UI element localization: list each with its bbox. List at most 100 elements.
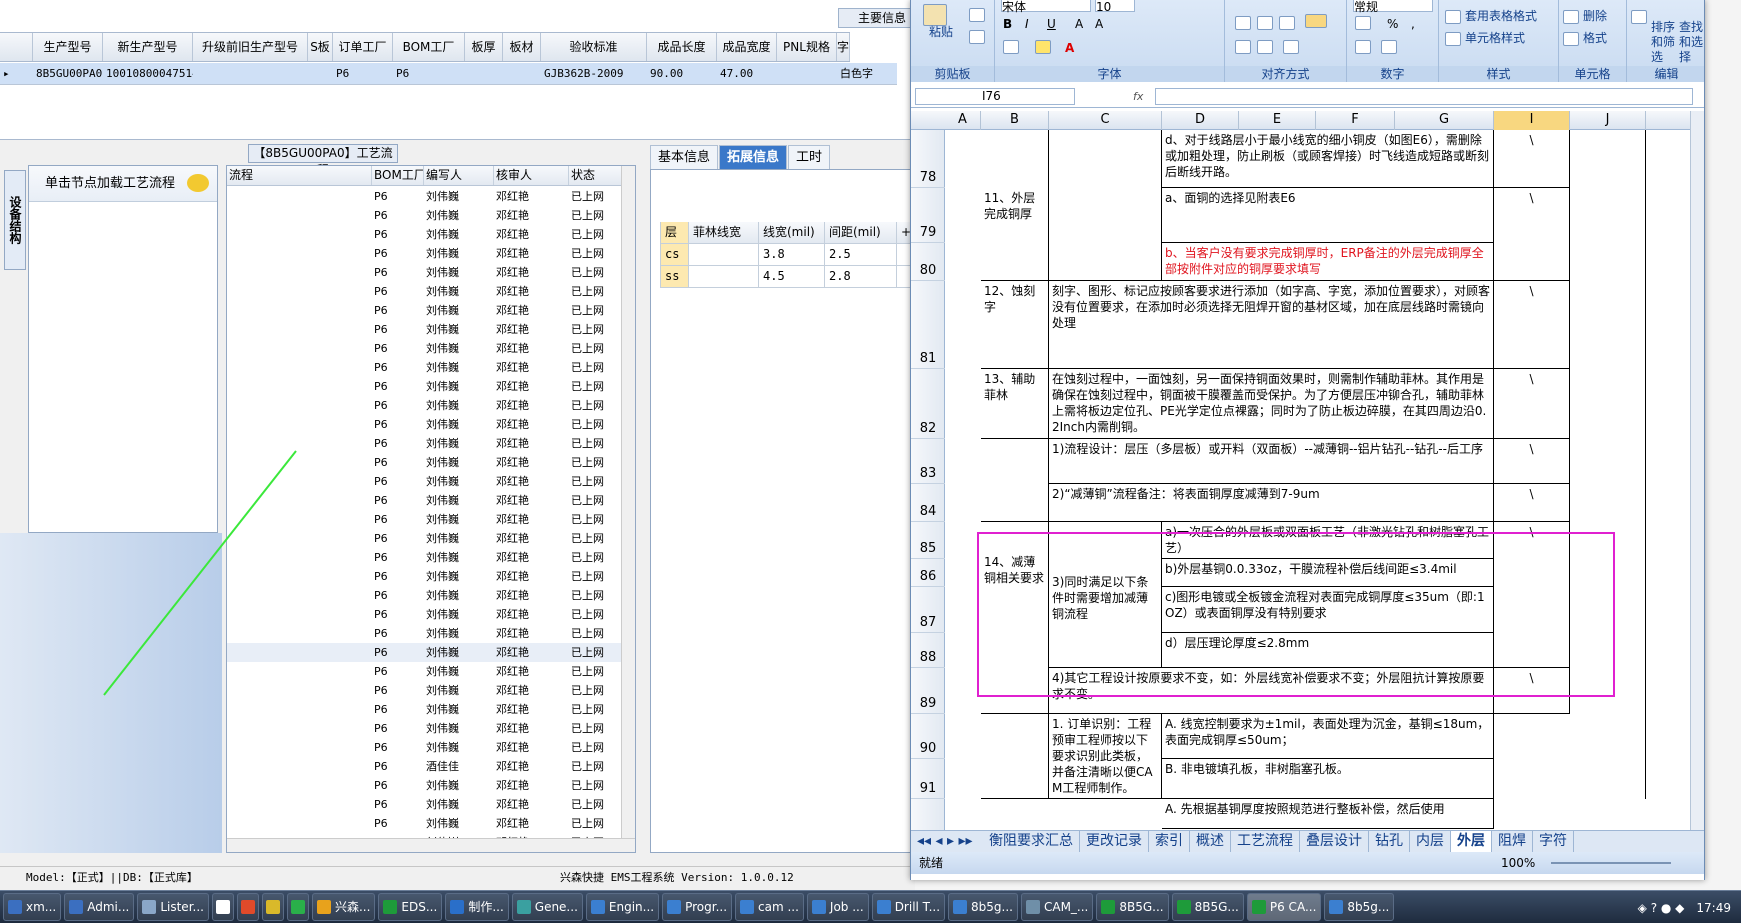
- sheet-tab[interactable]: 叠层设计: [1300, 831, 1369, 852]
- clock[interactable]: 17:49: [1696, 901, 1731, 915]
- column-header-j[interactable]: J: [1570, 111, 1646, 130]
- sheet-cell[interactable]: [945, 587, 981, 633]
- grid-col-header[interactable]: 生产型号: [33, 33, 103, 61]
- grid-col-header[interactable]: 板材: [503, 33, 541, 61]
- grid-col-header[interactable]: 订单工厂: [333, 33, 393, 61]
- fx-icon[interactable]: fx: [1133, 90, 1143, 103]
- sheet-cell[interactable]: [945, 714, 981, 759]
- italic-button[interactable]: I: [1025, 16, 1029, 32]
- row-header[interactable]: 90: [911, 714, 945, 759]
- copy-icon[interactable]: [969, 30, 985, 44]
- underline-button[interactable]: U: [1047, 16, 1056, 32]
- tab-basic-info[interactable]: 基本信息: [650, 145, 719, 169]
- tree-row[interactable]: 内层AOIP6刘伟巍邓红艳已上网: [227, 244, 627, 263]
- format-button[interactable]: 格式: [1583, 30, 1607, 46]
- layer-table-cell[interactable]: 4.5: [759, 266, 825, 288]
- tree-row[interactable]: 压合P6刘伟巍邓红艳已上网: [227, 358, 627, 377]
- chat-bubble-icon[interactable]: [187, 174, 209, 192]
- tree-row[interactable]: 排板P6刘伟巍邓红艳已上网: [227, 339, 627, 358]
- table-style-button[interactable]: 套用表格格式: [1465, 8, 1537, 24]
- taskbar-button[interactable]: [211, 893, 234, 921]
- tree-vertical-scrollbar[interactable]: [621, 166, 635, 840]
- grid-cell[interactable]: 8B5GU00PA0: [33, 63, 103, 84]
- grid-cell[interactable]: GJB362B-2009: [541, 63, 647, 84]
- sheet-tab[interactable]: 工艺流程: [1231, 831, 1300, 852]
- indent-increase-icon[interactable]: [1257, 40, 1273, 54]
- sheet-cell[interactable]: \: [1494, 484, 1570, 522]
- row-header[interactable]: 82: [911, 369, 945, 439]
- sort-filter-button[interactable]: 排序和筛选: [1651, 20, 1677, 65]
- sheet-cell[interactable]: b、当客户没有要求完成铜厚时，ERP备注的外层完成铜厚全部按附件对应的铜厚要求填…: [1162, 243, 1494, 281]
- layer-table-header[interactable]: 菲林线宽: [689, 222, 759, 244]
- sheet-cell[interactable]: \: [1494, 369, 1570, 439]
- taskbar-button[interactable]: Drill T...: [871, 893, 946, 921]
- sheet-tab[interactable]: 钻孔: [1369, 831, 1410, 852]
- layer-table-cell[interactable]: [689, 266, 759, 288]
- grid-cell[interactable]: 白色字: [837, 63, 897, 84]
- percent-button[interactable]: %: [1387, 16, 1398, 32]
- sheet-tab[interactable]: 阻焊: [1492, 831, 1533, 852]
- sheet-cell[interactable]: \: [1494, 130, 1570, 188]
- sheet-cell[interactable]: 1. 订单识别：工程预审工程师按以下要求识别此类板，并备注清晰以便CAM工程师制…: [1049, 714, 1162, 799]
- sheet-cell[interactable]: d、对于线路层小于最小线宽的细小铜皮（如图E6），需删除或加粗处理，防止刷板（或…: [1162, 130, 1494, 188]
- grid-col-header[interactable]: PNL规格: [777, 33, 837, 61]
- grid-col-header[interactable]: 升级前旧生产型号: [193, 33, 308, 61]
- layer-table-header[interactable]: 线宽(mil): [759, 222, 825, 244]
- taskbar-button[interactable]: 8B5G...: [1096, 893, 1169, 921]
- tab-main-info[interactable]: 主要信息: [838, 8, 915, 28]
- tree-col-reviewer[interactable]: 核审人: [494, 166, 569, 185]
- tree-row[interactable]: −层压P6刘伟巍邓红艳已上网: [227, 301, 627, 320]
- layer-table-cell[interactable]: 2.8: [825, 266, 897, 288]
- taskbar-button[interactable]: Engin...: [585, 893, 660, 921]
- sheet-cell[interactable]: [945, 369, 981, 439]
- border-icon[interactable]: [1003, 40, 1019, 54]
- taskbar-button[interactable]: Admi...: [64, 893, 135, 921]
- increase-decimal-icon[interactable]: [1355, 40, 1371, 54]
- currency-icon[interactable]: [1355, 16, 1371, 30]
- shrink-font-button[interactable]: A: [1095, 16, 1103, 32]
- taskbar-button[interactable]: EDS...: [378, 893, 443, 921]
- grid-col-header[interactable]: S板: [308, 33, 333, 61]
- column-header-b[interactable]: B: [981, 111, 1049, 130]
- orientation-icon[interactable]: [1283, 40, 1299, 54]
- paste-button[interactable]: 粘贴: [929, 24, 953, 40]
- tree-row[interactable]: 预排P6刘伟巍邓红艳已上网: [227, 320, 627, 339]
- font-color-button[interactable]: A: [1065, 40, 1074, 56]
- sheet-cell[interactable]: \: [1494, 281, 1570, 369]
- taskbar-button[interactable]: Progr...: [662, 893, 733, 921]
- tree-row[interactable]: 贴膜P6刘伟巍邓红艳已上网: [227, 624, 627, 643]
- sheet-cell[interactable]: [945, 484, 981, 522]
- sheet-cell[interactable]: 12、蚀刻字: [981, 281, 1049, 369]
- merge-center-icon[interactable]: [1305, 14, 1327, 28]
- row-header[interactable]: 78: [911, 130, 945, 188]
- grid-col-header[interactable]: 成品长度: [647, 33, 717, 61]
- layer-table-header[interactable]: 层: [661, 222, 689, 244]
- sheet-tab[interactable]: 外层: [1450, 831, 1492, 852]
- sheet-cell[interactable]: A. 先根据基铜厚度按照规范进行整板补偿，然后使用: [1162, 799, 1494, 829]
- product-grid-row[interactable]: ▸ 8B5GU00PA0 10010800047514 P6 P6 GJB362B-200…: [0, 63, 897, 85]
- tree-row[interactable]: −AOI1P6刘伟巍邓红艳已上网: [227, 795, 627, 814]
- layer-table-cell[interactable]: 2.5: [825, 244, 897, 266]
- taskbar-button[interactable]: 8b5g...: [1324, 893, 1395, 921]
- row-header[interactable]: 87: [911, 587, 945, 633]
- sheet-cell[interactable]: 11、外层完成铜厚: [981, 188, 1049, 281]
- grid-cell[interactable]: [777, 63, 837, 84]
- sheet-cell[interactable]: 在蚀刻过程中，一面蚀刻，另一面保持铜面效果时，则需制作辅助菲林。其作用是确保在蚀…: [1049, 369, 1494, 439]
- layer-table-cell[interactable]: [689, 244, 759, 266]
- tab-work-hours[interactable]: 工时: [788, 145, 831, 169]
- grid-col-header[interactable]: 验收标准: [541, 33, 647, 61]
- align-left-icon[interactable]: [1235, 16, 1251, 30]
- sum-icon[interactable]: [1631, 10, 1647, 24]
- cell-style-button[interactable]: 单元格样式: [1465, 30, 1525, 46]
- sheet-cell[interactable]: [1570, 130, 1646, 799]
- sheet-cell[interactable]: \: [1494, 439, 1570, 484]
- font-size-select[interactable]: 10: [1095, 0, 1135, 14]
- row-header[interactable]: 89: [911, 668, 945, 714]
- tree-row[interactable]: 外层AOI1P6刘伟巍邓红艳已上网: [227, 814, 627, 833]
- row-header[interactable]: 81: [911, 281, 945, 369]
- row-header[interactable]: 83: [911, 439, 945, 484]
- taskbar-button[interactable]: Gene...: [511, 893, 583, 921]
- tree-row[interactable]: 钻孔P6刘伟巍邓红艳已上网: [227, 472, 627, 491]
- sheet-cell[interactable]: [945, 668, 981, 714]
- sheet-tab[interactable]: 内层: [1410, 831, 1451, 852]
